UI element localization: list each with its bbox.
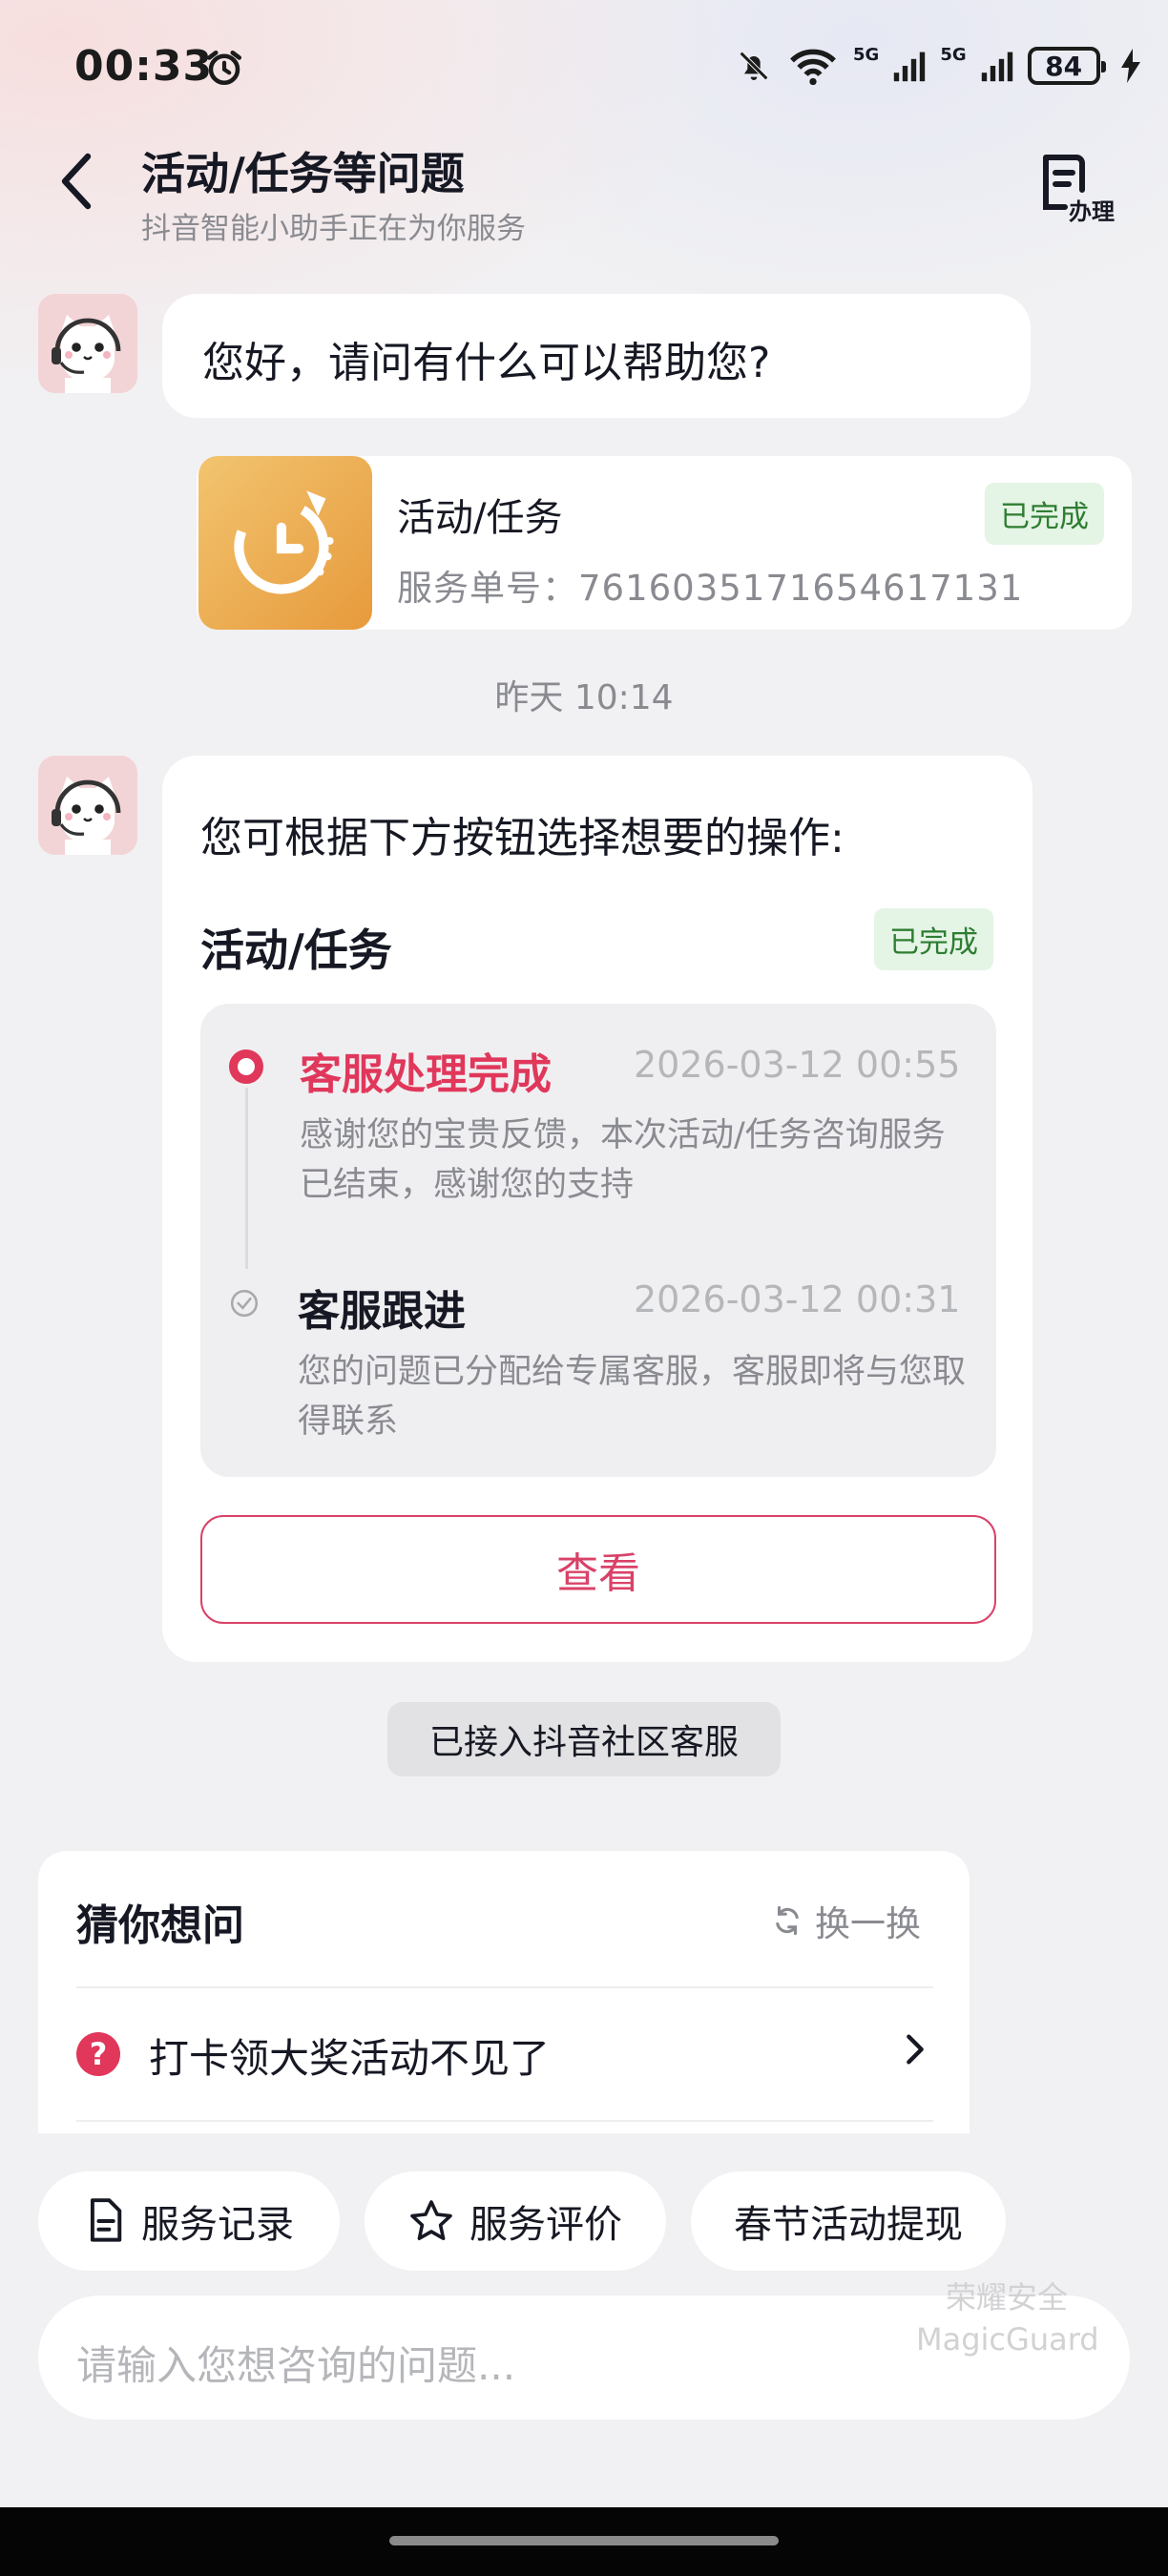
timeline-step-description: 您的问题已分配给专属客服，客服即将与您取得联系 — [298, 1353, 967, 1441]
refresh-icon — [776, 1905, 799, 1936]
back-button[interactable] — [48, 143, 105, 219]
clock-icon — [234, 490, 334, 594]
message-prompt: 您可根据下方按钮选择想要的操作: — [200, 814, 845, 862]
suggestions-title: 猜你想问 — [76, 1901, 244, 1950]
status-time: 00:33 — [74, 42, 214, 91]
timeline-connector — [245, 1088, 248, 1269]
back-arrow-icon — [61, 153, 92, 210]
watermark-line: MagicGuard — [916, 2321, 1099, 2358]
timeline-step-title: 客服跟进 — [298, 1287, 466, 1336]
assistant-avatar — [38, 756, 137, 855]
alarm-icon — [206, 50, 242, 86]
timeline-step-description: 感谢您的宝贵反馈，本次活动/任务咨询服务已结束，感谢您的支持 — [300, 1116, 946, 1204]
view-button[interactable]: 查看 — [200, 1515, 996, 1624]
signal-icon-1 — [894, 52, 926, 82]
page-subtitle: 抖音智能小助手正在为你服务 — [141, 212, 526, 246]
signal-type-1: 5G — [853, 44, 880, 65]
charging-icon — [1120, 49, 1140, 83]
page-title: 活动/任务等问题 — [141, 148, 465, 199]
cat-mascot-icon — [38, 294, 137, 393]
greeting-text: 您好，请问有什么可以帮助您? — [202, 339, 771, 387]
chip-label: 春节活动提现 — [734, 2203, 963, 2247]
chevron-right-icon — [907, 2034, 924, 2065]
status-badge: 已完成 — [874, 908, 993, 970]
document-icon — [90, 2198, 122, 2242]
status-badge: 已完成 — [985, 483, 1104, 545]
system-notice: 已接入抖音社区客服 — [387, 1702, 781, 1776]
divider — [76, 1986, 933, 1988]
spring-festival-withdraw-chip[interactable]: 春节活动提现 — [691, 2171, 1006, 2271]
chip-label: 服务记录 — [141, 2203, 294, 2247]
chip-label: 服务评价 — [469, 2203, 622, 2247]
order-thumbnail — [198, 456, 372, 630]
handle-label: 办理 — [1069, 198, 1115, 225]
divider — [76, 2120, 933, 2122]
service-record-chip[interactable]: 服务记录 — [38, 2171, 340, 2271]
mute-bell-icon — [739, 51, 769, 81]
timeline-step-time: 2026-03-12 00:31 — [634, 1278, 961, 1320]
order-number: 服务单号：7616035171654617131 — [397, 568, 1024, 609]
timeline-active-dot — [229, 1049, 263, 1084]
refresh-label: 换一换 — [815, 1903, 921, 1944]
watermark: 荣耀安全 MagicGuard — [916, 2276, 1099, 2360]
service-rating-chip[interactable]: 服务评价 — [365, 2171, 666, 2271]
watermark-line: 荣耀安全 — [945, 2279, 1068, 2316]
time-separator: 昨天 10:14 — [494, 678, 674, 717]
signal-type-2: 5G — [940, 44, 967, 65]
order-title: 活动/任务 — [397, 496, 563, 540]
battery-indicator: 84 — [1027, 47, 1106, 85]
question-icon: ? — [76, 2032, 120, 2076]
service-card-title: 活动/任务 — [200, 924, 392, 976]
timeline-step-title: 客服处理完成 — [300, 1050, 552, 1099]
cat-mascot-icon — [38, 756, 137, 855]
suggestion-item[interactable]: 打卡领大奖活动不见了 — [149, 2026, 550, 2085]
wifi-icon — [790, 49, 836, 86]
signal-icon-2 — [981, 52, 1012, 82]
refresh-button[interactable]: 换一换 — [771, 1895, 921, 1946]
check-circle-icon — [230, 1289, 259, 1318]
star-icon — [410, 2200, 452, 2240]
home-indicator[interactable] — [389, 2536, 779, 2545]
input-placeholder: 请输入您想咨询的问题... — [76, 2342, 516, 2389]
timeline-step-time: 2026-03-12 00:55 — [634, 1044, 961, 1086]
handle-button[interactable]: 办理 — [1040, 151, 1116, 227]
status-icons: 5G 5G 84 — [735, 42, 1142, 90]
assistant-avatar — [38, 294, 137, 393]
